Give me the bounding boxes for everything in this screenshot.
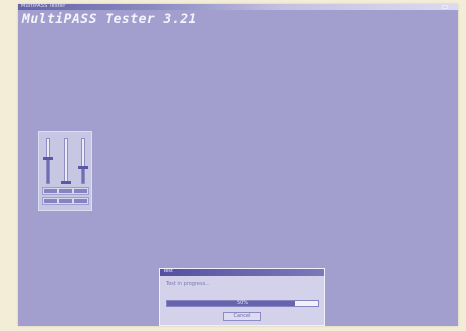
mixer-controls-row[interactable] bbox=[42, 187, 89, 195]
main-window: MultiPASS Tester MultiPASS Tester 3.21 T… bbox=[18, 3, 458, 326]
fader-fill bbox=[82, 167, 84, 183]
fader-2[interactable] bbox=[59, 138, 73, 184]
dialog-title: Test bbox=[163, 268, 173, 274]
mixer-button[interactable] bbox=[59, 199, 72, 203]
mixer-button[interactable] bbox=[74, 189, 87, 193]
fader-track bbox=[46, 138, 50, 184]
fader-knob[interactable] bbox=[43, 157, 53, 160]
mixer-controls-row[interactable] bbox=[42, 197, 89, 205]
mixer-panel bbox=[38, 131, 92, 211]
fader-1[interactable] bbox=[41, 138, 55, 184]
progress-bar: 50% bbox=[166, 300, 319, 307]
mixer-button[interactable] bbox=[44, 189, 57, 193]
mixer-button[interactable] bbox=[44, 199, 57, 203]
window-titlebar-text: MultiPASS Tester bbox=[21, 3, 66, 9]
fader-track bbox=[81, 138, 85, 184]
dialog-message: Test in progress... bbox=[166, 281, 210, 287]
progress-dialog: Test Test in progress... 50% Cancel bbox=[159, 268, 325, 326]
progress-label: 50% bbox=[236, 300, 249, 306]
app-title: MultiPASS Tester 3.21 bbox=[22, 12, 197, 27]
mixer-button[interactable] bbox=[74, 199, 87, 203]
dialog-titlebar[interactable]: Test bbox=[160, 268, 324, 276]
fader-knob[interactable] bbox=[78, 166, 88, 169]
fader-3[interactable] bbox=[76, 138, 90, 184]
mixer-button[interactable] bbox=[59, 189, 72, 193]
cancel-button[interactable]: Cancel bbox=[223, 312, 261, 321]
fader-fill bbox=[47, 158, 49, 183]
maximize-icon[interactable] bbox=[442, 5, 448, 9]
fader-track bbox=[64, 138, 68, 184]
window-titlebar[interactable]: MultiPASS Tester bbox=[18, 3, 458, 10]
fader-knob[interactable] bbox=[61, 181, 71, 184]
